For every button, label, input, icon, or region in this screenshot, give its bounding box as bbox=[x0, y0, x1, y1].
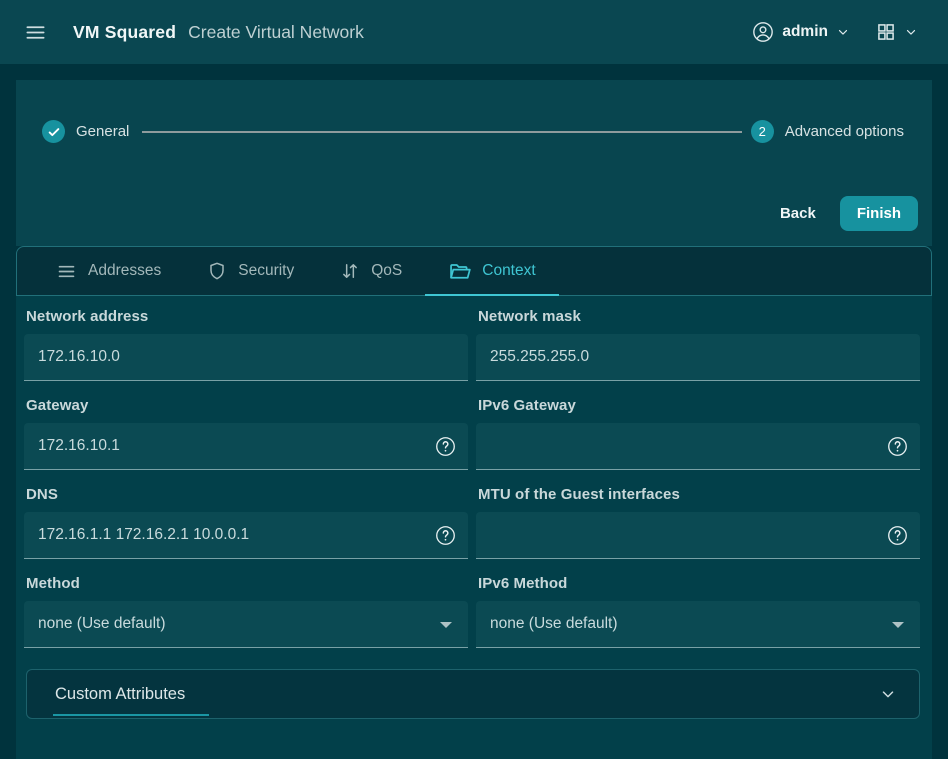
tab-label: Security bbox=[238, 262, 294, 280]
chevron-down-icon bbox=[904, 25, 918, 39]
ipv6-gateway-input[interactable] bbox=[476, 423, 920, 469]
select-value: none (Use default) bbox=[24, 615, 166, 633]
input-container bbox=[24, 334, 468, 381]
user-menu-button[interactable]: admin bbox=[752, 21, 850, 43]
apps-grid-icon bbox=[876, 22, 896, 42]
form-grid: Network address Network mask Gateway bbox=[24, 308, 920, 648]
help-icon[interactable] bbox=[435, 436, 456, 457]
field-mtu: MTU of the Guest interfaces bbox=[476, 486, 920, 559]
context-form-panel: Network address Network mask Gateway bbox=[16, 296, 932, 759]
app-window: VM Squared Create Virtual Network admin bbox=[0, 0, 948, 759]
field-label: Network address bbox=[26, 308, 468, 325]
help-icon[interactable] bbox=[435, 525, 456, 546]
caret-down-icon bbox=[892, 622, 904, 628]
folder-open-icon bbox=[448, 260, 471, 283]
field-network-address: Network address bbox=[24, 308, 468, 381]
arrows-up-down-icon bbox=[340, 261, 360, 281]
input-container bbox=[476, 334, 920, 381]
network-address-input[interactable] bbox=[24, 334, 468, 380]
ipv6-method-select[interactable]: none (Use default) bbox=[476, 601, 920, 648]
stepper-step-advanced-options[interactable]: 2 Advanced options bbox=[751, 120, 904, 143]
method-select[interactable]: none (Use default) bbox=[24, 601, 468, 648]
field-network-mask: Network mask bbox=[476, 308, 920, 381]
wizard-content: General 2 Advanced options Back Finish A… bbox=[16, 80, 932, 759]
tab-bar: Addresses Security QoS Context bbox=[16, 246, 932, 296]
wizard-actions: Back Finish bbox=[764, 196, 918, 231]
back-button[interactable]: Back bbox=[764, 197, 832, 230]
tab-qos[interactable]: QoS bbox=[317, 247, 425, 295]
dns-input[interactable] bbox=[24, 512, 468, 558]
caret-down-icon bbox=[440, 622, 452, 628]
step-completed-check-icon bbox=[42, 120, 65, 143]
tab-label: Addresses bbox=[88, 262, 161, 280]
menu-button[interactable] bbox=[18, 15, 53, 50]
field-gateway: Gateway bbox=[24, 397, 468, 470]
accordion-title: Custom Attributes bbox=[53, 672, 209, 716]
tab-label: Context bbox=[482, 262, 535, 280]
input-container bbox=[24, 512, 468, 559]
tab-label: QoS bbox=[371, 262, 402, 280]
user-name-label: admin bbox=[782, 23, 828, 41]
network-mask-input[interactable] bbox=[476, 334, 920, 380]
input-container bbox=[476, 423, 920, 470]
chevron-down-icon bbox=[836, 25, 850, 39]
shield-icon bbox=[207, 261, 227, 281]
finish-button[interactable]: Finish bbox=[840, 196, 918, 231]
stepper-connector bbox=[142, 131, 741, 133]
hamburger-menu-icon bbox=[24, 21, 47, 44]
step-label: Advanced options bbox=[785, 123, 904, 140]
field-label: DNS bbox=[26, 486, 468, 503]
stepper-step-general[interactable]: General bbox=[42, 120, 129, 143]
field-ipv6-method: IPv6 Method none (Use default) bbox=[476, 575, 920, 648]
tab-context[interactable]: Context bbox=[425, 247, 558, 295]
wizard-card: General 2 Advanced options Back Finish bbox=[16, 80, 932, 246]
field-label: MTU of the Guest interfaces bbox=[478, 486, 920, 503]
tab-addresses[interactable]: Addresses bbox=[33, 247, 184, 295]
field-ipv6-gateway: IPv6 Gateway bbox=[476, 397, 920, 470]
field-label: IPv6 Gateway bbox=[478, 397, 920, 414]
step-number-badge: 2 bbox=[751, 120, 774, 143]
help-icon[interactable] bbox=[887, 525, 908, 546]
input-container bbox=[476, 512, 920, 559]
select-value: none (Use default) bbox=[476, 615, 618, 633]
help-icon[interactable] bbox=[887, 436, 908, 457]
stepper: General 2 Advanced options bbox=[42, 120, 904, 143]
header-titles: VM Squared Create Virtual Network bbox=[73, 22, 364, 43]
step-label: General bbox=[76, 123, 129, 140]
field-method: Method none (Use default) bbox=[24, 575, 468, 648]
custom-attributes-accordion[interactable]: Custom Attributes bbox=[26, 669, 920, 719]
apps-menu-button[interactable] bbox=[876, 22, 918, 42]
app-title: VM Squared bbox=[73, 22, 176, 43]
page-title: Create Virtual Network bbox=[188, 22, 364, 43]
input-container bbox=[24, 423, 468, 470]
list-lines-icon bbox=[56, 261, 77, 282]
mtu-input[interactable] bbox=[476, 512, 920, 558]
field-label: Gateway bbox=[26, 397, 468, 414]
app-header: VM Squared Create Virtual Network admin bbox=[0, 0, 948, 64]
chevron-down-icon bbox=[879, 685, 897, 703]
field-label: Network mask bbox=[478, 308, 920, 325]
field-label: Method bbox=[26, 575, 468, 592]
user-avatar-icon bbox=[752, 21, 774, 43]
field-dns: DNS bbox=[24, 486, 468, 559]
gateway-input[interactable] bbox=[24, 423, 468, 469]
tab-security[interactable]: Security bbox=[184, 247, 317, 295]
field-label: IPv6 Method bbox=[478, 575, 920, 592]
